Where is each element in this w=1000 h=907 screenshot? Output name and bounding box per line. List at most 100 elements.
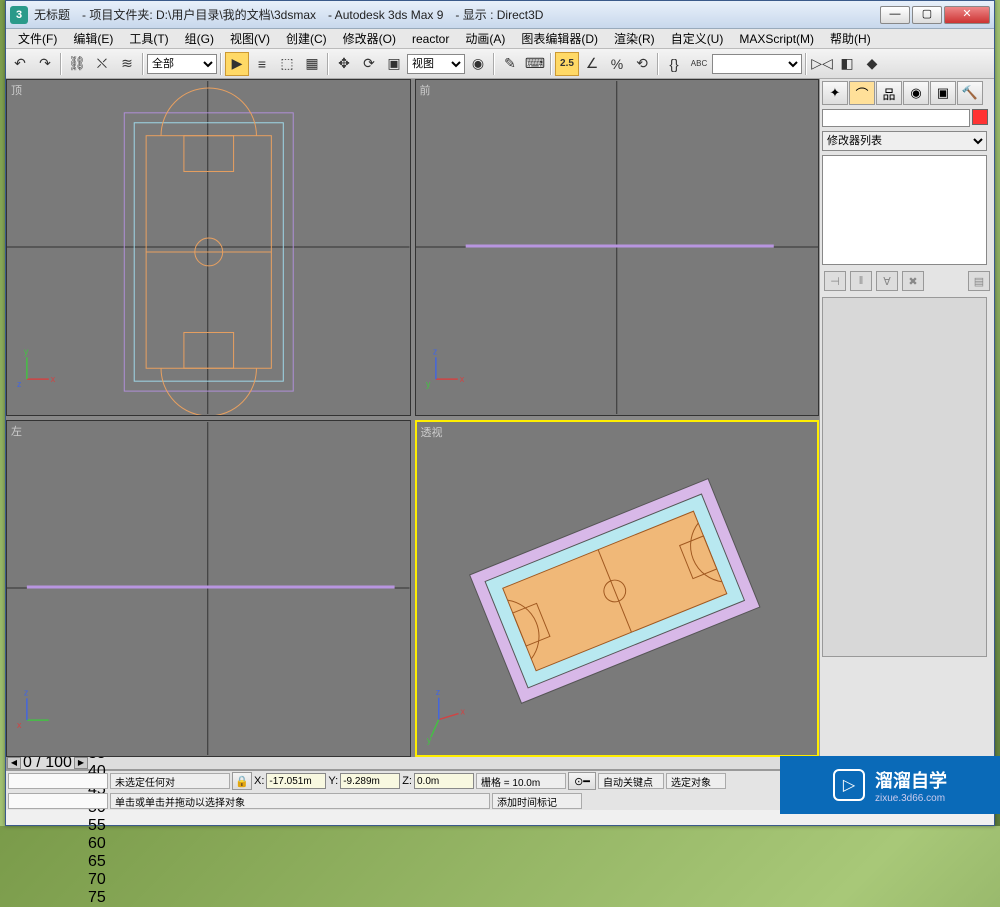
reference-coord-dropdown[interactable]: 视图 xyxy=(407,54,465,74)
menu-modifiers[interactable]: 修改器(O) xyxy=(335,28,404,49)
move-icon[interactable]: ✥ xyxy=(332,52,356,76)
percent-snap-icon[interactable]: % xyxy=(605,52,629,76)
viewport-label-top: 顶 xyxy=(11,82,22,98)
named-selection-icon[interactable]: {} xyxy=(662,52,686,76)
menu-group[interactable]: 组(G) xyxy=(177,28,222,49)
timeline-tick: 70 xyxy=(88,871,106,889)
abc-icon[interactable]: ABC xyxy=(687,52,711,76)
angle-snap-icon[interactable]: ∠ xyxy=(580,52,604,76)
scroll-left-icon[interactable]: ◀ xyxy=(7,757,21,769)
menu-rendering[interactable]: 渲染(R) xyxy=(606,28,663,49)
scale-icon[interactable]: ▣ xyxy=(382,52,406,76)
svg-text:x: x xyxy=(17,720,22,730)
rollup-area[interactable] xyxy=(822,297,987,657)
svg-text:z: z xyxy=(435,687,439,697)
viewports-container: 顶 x y xyxy=(6,79,819,757)
timeline-tick: 65 xyxy=(88,853,106,871)
svg-text:y: y xyxy=(425,379,430,389)
key-mode-icon[interactable]: ⊙━ xyxy=(568,772,596,790)
configure-sets-icon[interactable]: ▤ xyxy=(968,271,990,291)
watermark: ▷ 溜溜自学 zixue.3d66.com xyxy=(780,756,1000,814)
menu-views[interactable]: 视图(V) xyxy=(222,28,278,49)
auto-key-button[interactable]: 自动关键点 xyxy=(598,773,664,789)
link-icon[interactable]: ⛓ xyxy=(65,52,89,76)
menu-maxscript[interactable]: MAXScript(M) xyxy=(731,30,822,48)
display-tab-icon[interactable]: ▣ xyxy=(930,81,956,105)
timeline-tick: 60 xyxy=(88,835,106,853)
modify-tab-icon[interactable]: ⌒ xyxy=(849,81,875,105)
select-by-name-icon[interactable]: ≡ xyxy=(250,52,274,76)
menu-animation[interactable]: 动画(A) xyxy=(457,28,513,49)
svg-text:x: x xyxy=(460,707,465,717)
keyboard-shortcut-icon[interactable]: ⌨ xyxy=(523,52,547,76)
svg-text:y: y xyxy=(426,735,431,745)
spinner-snap-icon[interactable]: ⟲ xyxy=(630,52,654,76)
redo-icon[interactable]: ↷ xyxy=(33,52,57,76)
timeline-tick: 55 xyxy=(88,817,106,835)
remove-modifier-icon[interactable]: ✖ xyxy=(902,271,924,291)
align-icon[interactable]: ◧ xyxy=(835,52,859,76)
close-button[interactable]: ✕ xyxy=(944,6,990,24)
menu-file[interactable]: 文件(F) xyxy=(10,28,65,49)
object-name-input[interactable] xyxy=(822,109,970,127)
manipulate-icon[interactable]: ✎ xyxy=(498,52,522,76)
titlebar: 3 无标题 - 项目文件夹: D:\用户目录\我的文档\3dsmax - Aut… xyxy=(6,1,994,29)
named-selection-dropdown[interactable] xyxy=(712,54,802,74)
window-controls: — ▢ ✕ xyxy=(880,6,990,24)
create-tab-icon[interactable]: ✦ xyxy=(822,81,848,105)
hierarchy-tab-icon[interactable]: 品 xyxy=(876,81,902,105)
viewport-perspective[interactable]: 透视 xyxy=(415,420,820,757)
viewport-left[interactable]: 左 z x xyxy=(6,420,411,757)
toolbar-separator xyxy=(493,53,495,75)
bind-spacewarp-icon[interactable]: ≋ xyxy=(115,52,139,76)
toolbar-separator xyxy=(805,53,807,75)
script-listener[interactable] xyxy=(8,773,108,789)
toolbar-separator xyxy=(327,53,329,75)
unlink-icon[interactable]: ⛌ xyxy=(90,52,114,76)
select-icon[interactable]: ▶ xyxy=(225,52,249,76)
menu-reactor[interactable]: reactor xyxy=(404,30,457,48)
show-end-result-icon[interactable]: ‖ xyxy=(850,271,872,291)
z-coord-input[interactable] xyxy=(414,773,474,789)
undo-icon[interactable]: ↶ xyxy=(8,52,32,76)
menubar: 文件(F) 编辑(E) 工具(T) 组(G) 视图(V) 创建(C) 修改器(O… xyxy=(6,29,994,49)
scroll-right-icon[interactable]: ▶ xyxy=(74,757,88,769)
y-coord-input[interactable] xyxy=(340,773,400,789)
minimize-button[interactable]: — xyxy=(880,6,910,24)
selection-filter-dropdown[interactable]: 全部 xyxy=(147,54,217,74)
main-toolbar: ↶ ↷ ⛓ ⛌ ≋ 全部 ▶ ≡ ⬚ ▦ ✥ ⟳ ▣ 视图 ◉ ✎ ⌨ 2.5 … xyxy=(6,49,994,79)
layer-icon[interactable]: ◆ xyxy=(860,52,884,76)
maximize-button[interactable]: ▢ xyxy=(912,6,942,24)
modifier-list-dropdown[interactable]: 修改器列表 xyxy=(822,131,987,151)
modifier-stack[interactable] xyxy=(822,155,987,265)
make-unique-icon[interactable]: ∀ xyxy=(876,271,898,291)
lock-selection-icon[interactable]: 🔒 xyxy=(232,772,252,790)
window-crossing-icon[interactable]: ▦ xyxy=(300,52,324,76)
viewport-front[interactable]: 前 x z y xyxy=(415,79,820,416)
script-mini[interactable] xyxy=(8,793,108,809)
menu-create[interactable]: 创建(C) xyxy=(278,28,335,49)
menu-help[interactable]: 帮助(H) xyxy=(822,28,879,49)
pin-stack-icon[interactable]: ⊣ xyxy=(824,271,846,291)
utilities-tab-icon[interactable]: 🔨 xyxy=(957,81,983,105)
viewport-label-left: 左 xyxy=(11,423,22,439)
snap-toggle-icon[interactable]: 2.5 xyxy=(555,52,579,76)
motion-tab-icon[interactable]: ◉ xyxy=(903,81,929,105)
timeline-tick: 75 xyxy=(88,889,106,907)
mirror-icon[interactable]: ▷◁ xyxy=(810,52,834,76)
menu-customize[interactable]: 自定义(U) xyxy=(663,28,732,49)
command-panel-tabs: ✦ ⌒ 品 ◉ ▣ 🔨 xyxy=(822,81,992,105)
menu-edit[interactable]: 编辑(E) xyxy=(65,28,121,49)
menu-graph[interactable]: 图表编辑器(D) xyxy=(513,28,606,49)
z-label: Z: xyxy=(402,775,412,787)
menu-tools[interactable]: 工具(T) xyxy=(121,28,176,49)
rotate-icon[interactable]: ⟳ xyxy=(357,52,381,76)
select-region-icon[interactable]: ⬚ xyxy=(275,52,299,76)
object-color-swatch[interactable] xyxy=(972,109,988,125)
toolbar-separator xyxy=(657,53,659,75)
pivot-center-icon[interactable]: ◉ xyxy=(466,52,490,76)
viewport-top[interactable]: 顶 x y xyxy=(6,79,411,416)
add-time-tag[interactable]: 添加时间标记 xyxy=(492,793,582,809)
x-coord-input[interactable] xyxy=(266,773,326,789)
viewport-label-front: 前 xyxy=(420,82,431,98)
